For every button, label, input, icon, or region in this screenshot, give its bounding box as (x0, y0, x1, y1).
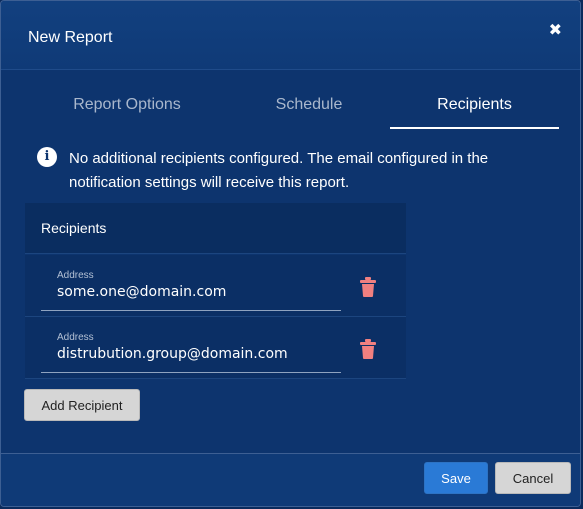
address-label: Address (57, 270, 94, 281)
recipients-panel-header: Recipients (25, 203, 406, 254)
dialog-footer: Save Cancel (1, 453, 580, 506)
dialog-header: New Report ✖ (1, 1, 580, 70)
trash-icon[interactable] (360, 339, 376, 359)
address-field[interactable]: some.one@domain.com (57, 284, 226, 300)
tab-report-options[interactable]: Report Options (25, 85, 229, 129)
tab-recipients[interactable]: Recipients (390, 85, 559, 129)
address-field-underline (41, 310, 341, 311)
address-field-underline (41, 372, 341, 373)
close-icon[interactable]: ✖ (549, 21, 562, 41)
cancel-button[interactable]: Cancel (495, 462, 571, 494)
dialog-title: New Report (28, 29, 113, 46)
new-report-dialog: New Report ✖ Report Options Schedule Rec… (0, 0, 581, 507)
recipient-row: Address distrubution.group@domain.com (25, 317, 406, 379)
info-text: No additional recipients configured. The… (69, 150, 489, 191)
add-recipient-button[interactable]: Add Recipient (24, 389, 140, 421)
recipients-header-label: Recipients (41, 220, 107, 236)
tab-schedule[interactable]: Schedule (207, 85, 411, 129)
address-label: Address (57, 332, 94, 343)
info-icon: i (37, 147, 57, 167)
tab-bar: Report Options Schedule Recipients (25, 85, 559, 129)
save-button[interactable]: Save (424, 462, 488, 494)
trash-icon[interactable] (360, 277, 376, 297)
address-field[interactable]: distrubution.group@domain.com (57, 346, 288, 362)
recipient-row: Address some.one@domain.com (25, 255, 406, 317)
